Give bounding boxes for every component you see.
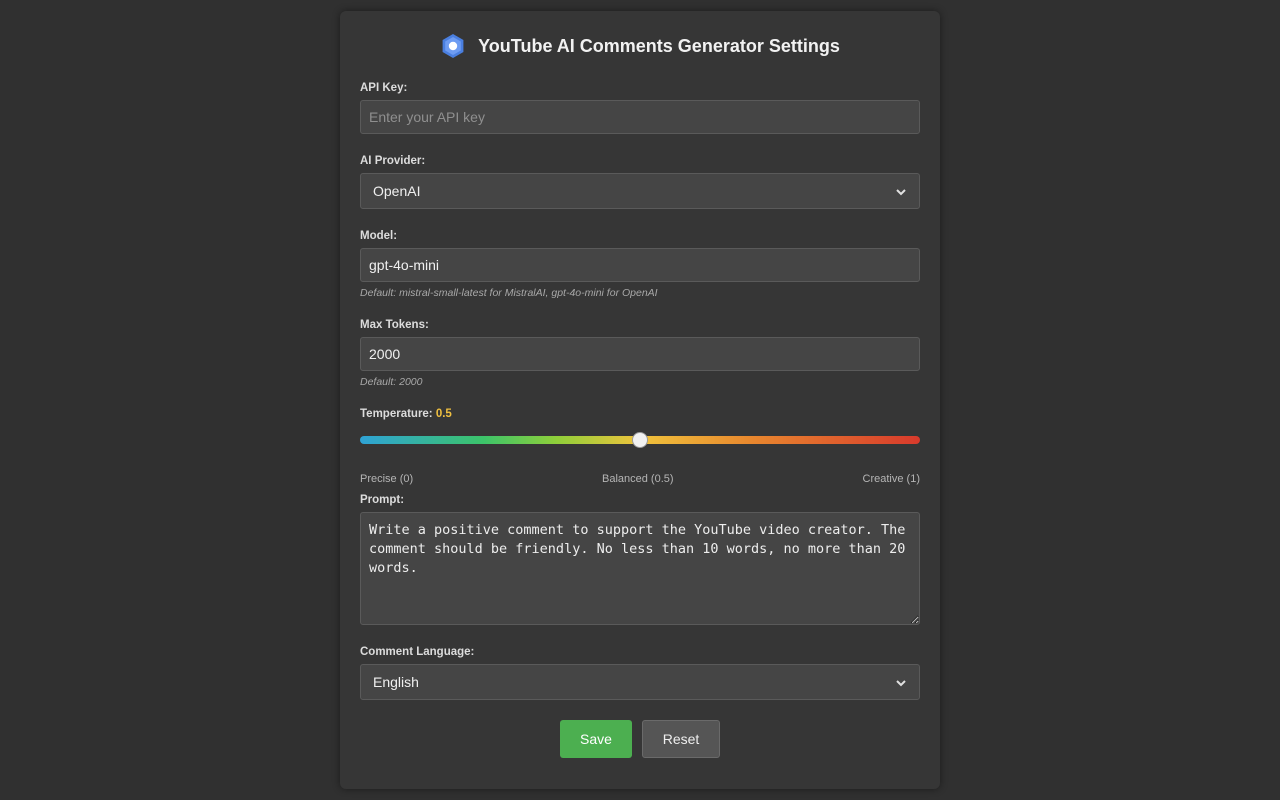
page-title: YouTube AI Comments Generator Settings: [478, 35, 840, 56]
hexagon-logo-icon: [440, 33, 466, 59]
ai-provider-label: AI Provider:: [360, 155, 426, 167]
model-input[interactable]: [360, 248, 920, 282]
comment-language-label: Comment Language:: [360, 646, 475, 658]
max-tokens-hint: Default: 2000: [360, 376, 423, 388]
max-tokens-label: Max Tokens:: [360, 319, 429, 331]
model-hint: Default: mistral-small-latest for Mistra…: [360, 287, 658, 299]
temperature-slider-thumb[interactable]: [632, 432, 648, 448]
settings-panel: YouTube AI Comments Generator Settings A…: [340, 11, 940, 789]
comment-language-select[interactable]: English: [360, 664, 920, 700]
temperature-scale-max: Creative (1): [862, 473, 920, 485]
temperature-label-text: Temperature:: [360, 408, 433, 420]
reset-button[interactable]: Reset: [642, 720, 720, 758]
temperature-value: 0.5: [435, 408, 452, 420]
temperature-scale-mid: Balanced (0.5): [602, 473, 674, 485]
save-button[interactable]: Save: [560, 720, 632, 758]
temperature-label: Temperature: 0.5: [360, 408, 452, 420]
ai-provider-selected-value: OpenAI: [373, 183, 421, 199]
ai-provider-select[interactable]: OpenAI: [360, 173, 920, 209]
chevron-down-icon: [895, 185, 907, 197]
api-key-input[interactable]: [360, 100, 920, 134]
prompt-textarea[interactable]: Write a positive comment to support the …: [360, 512, 920, 625]
comment-language-selected-value: English: [373, 674, 419, 690]
temperature-scale-min: Precise (0): [360, 473, 414, 485]
prompt-label: Prompt:: [360, 494, 405, 506]
settings-header: YouTube AI Comments Generator Settings: [340, 33, 940, 59]
chevron-down-icon: [895, 676, 907, 688]
model-label: Model:: [360, 230, 398, 242]
max-tokens-input[interactable]: [360, 337, 920, 371]
api-key-label: API Key:: [360, 82, 408, 94]
